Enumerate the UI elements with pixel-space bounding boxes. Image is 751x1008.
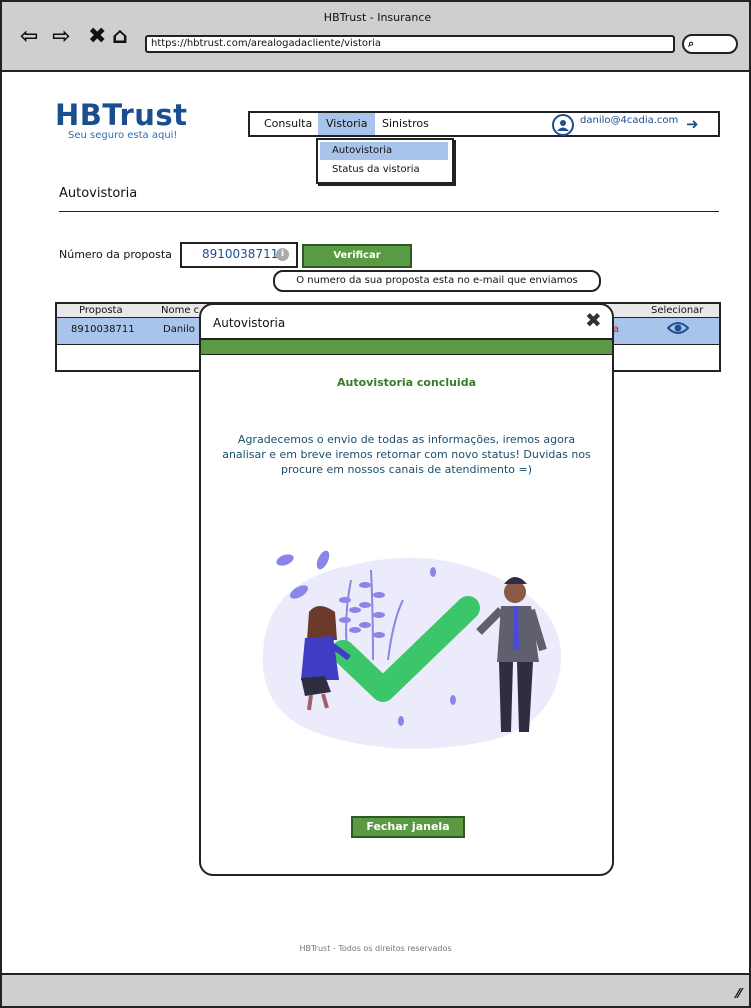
resize-handle-icon[interactable]: ⁄⁄ xyxy=(737,987,741,1002)
page-title: Autovistoria xyxy=(59,186,138,201)
window-title: HBTrust - Insurance xyxy=(323,11,432,24)
verify-button[interactable]: Verificar xyxy=(302,244,412,268)
nav-vistoria[interactable]: Vistoria xyxy=(318,113,376,135)
top-nav: Consulta Vistoria Sinistros danilo@4cadi… xyxy=(248,111,720,137)
home-icon[interactable]: ⌂ xyxy=(112,26,128,48)
logo: HBTrust xyxy=(55,98,188,132)
nav-consulta[interactable]: Consulta xyxy=(256,113,320,135)
address-bar[interactable]: https://hbtrust.com/arealogadacliente/vi… xyxy=(145,35,675,53)
header-proposta: Proposta xyxy=(79,305,123,316)
modal-title: Autovistoria xyxy=(213,316,286,330)
proposal-label: Número da proposta xyxy=(59,248,172,261)
divider xyxy=(59,211,719,212)
modal-header-band xyxy=(201,338,612,355)
proposal-tooltip: O numero da sua proposta esta no e-mail … xyxy=(273,270,601,292)
back-icon[interactable]: ⇦ xyxy=(20,26,38,48)
browser-statusbar: ⁄⁄ xyxy=(2,973,749,1006)
info-icon[interactable]: i xyxy=(276,248,289,261)
search-icon: ⌕ xyxy=(688,37,695,50)
completion-heading: Autovistoria concluida xyxy=(336,376,476,389)
browser-titlebar: HBTrust - Insurance ⇦ ⇨ ✖ ⌂ https://hbtr… xyxy=(2,2,749,72)
forward-icon[interactable]: ⇨ xyxy=(52,26,70,48)
user-icon[interactable] xyxy=(552,114,574,136)
user-email[interactable]: danilo@4cadia.com xyxy=(580,115,678,126)
logout-icon[interactable]: ➜ xyxy=(686,115,699,133)
dropdown-item-autovistoria[interactable]: Autovistoria xyxy=(320,142,448,160)
header-selecionar: Selecionar xyxy=(651,305,704,316)
cell-nome: Danilo xyxy=(163,324,195,335)
nav-sinistros[interactable]: Sinistros xyxy=(374,113,437,135)
close-icon[interactable]: ✖ xyxy=(88,26,106,48)
success-illustration xyxy=(262,550,562,749)
eye-icon[interactable] xyxy=(666,320,690,341)
completion-message: Agradecemos o envio de todas as informaç… xyxy=(222,433,591,476)
cell-proposta: 8910038711 xyxy=(71,324,135,335)
close-icon[interactable]: ✖ xyxy=(585,308,602,332)
footer: HBTrust - Todos os direitos reservados xyxy=(299,944,452,953)
completion-modal: Autovistoria ✖ Autovistoria concluida Ag… xyxy=(199,303,614,876)
proposal-input[interactable]: 8910038711 i xyxy=(180,242,298,268)
vistoria-dropdown: Autovistoria Status da vistoria xyxy=(316,138,454,184)
proposal-value: 8910038711 xyxy=(202,247,279,261)
close-window-button[interactable]: Fechar janela xyxy=(351,816,465,838)
dropdown-item-status[interactable]: Status da vistoria xyxy=(320,161,448,179)
search-field[interactable]: ⌕ xyxy=(682,34,738,54)
slogan: Seu seguro esta aqui! xyxy=(68,130,178,141)
header-nome: Nome c xyxy=(161,305,200,316)
